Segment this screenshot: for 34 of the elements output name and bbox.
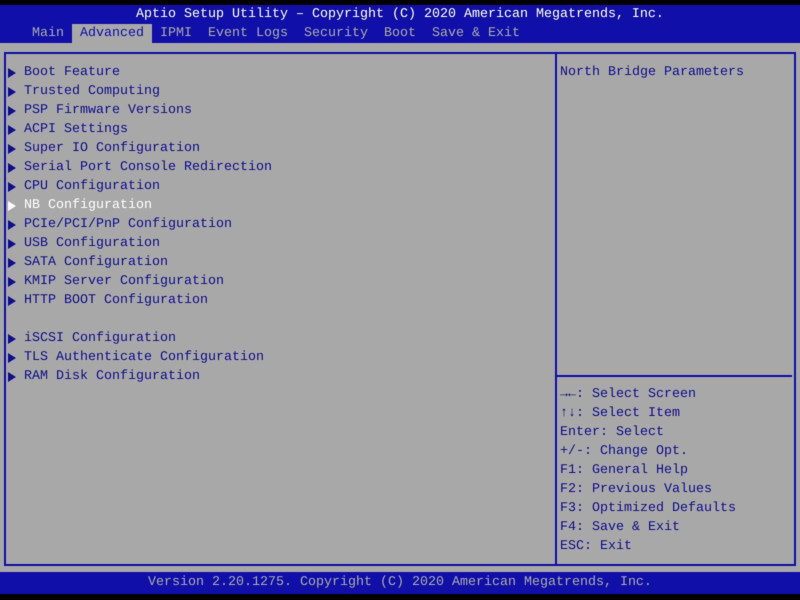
key-help-line: F2: Previous Values [560, 481, 713, 499]
menu-item[interactable]: PSP Firmware Versions [6, 101, 555, 120]
key-help-line: ↑↓: Select Item [560, 405, 681, 423]
tab[interactable]: Security [296, 24, 376, 43]
menu-item[interactable]: Serial Port Console Redirection [6, 158, 555, 177]
menu-item[interactable]: SATA Configuration [6, 253, 555, 272]
key-help-line: F3: Optimized Defaults [560, 500, 737, 518]
version-text: Version 2.20.1275. Copyright (C) 2020 American Megatrends, Inc. [148, 575, 652, 590]
tab[interactable]: IPMI [152, 24, 200, 43]
menu-item[interactable]: USB Configuration [6, 234, 555, 253]
menu-item[interactable]: Boot Feature [6, 63, 555, 82]
tab[interactable]: Event Logs [200, 24, 296, 43]
help-text: North Bridge Parameters [560, 65, 744, 80]
tab[interactable]: Boot [376, 24, 424, 43]
menu-item[interactable]: Super IO Configuration [6, 139, 555, 158]
tab[interactable]: Main [24, 24, 72, 43]
key-help-line: F4: Save & Exit [560, 519, 681, 537]
tab[interactable]: Save & Exit [424, 24, 528, 43]
key-help-line: ESC: Exit [560, 538, 633, 556]
key-help-line: +/-: Change Opt. [560, 443, 689, 461]
window-title: Aptio Setup Utility – Copyright (C) 2020 American Megatrends, Inc. [135, 6, 665, 24]
menu-item[interactable]: ACPI Settings [6, 120, 555, 139]
menu-item[interactable]: Trusted Computing [6, 82, 555, 101]
tab[interactable]: Advanced [72, 24, 152, 43]
menu-item[interactable]: RAM Disk Configuration [6, 367, 555, 386]
menu-item[interactable]: TLS Authenticate Configuration [6, 348, 555, 367]
menu-item[interactable]: iSCSI Configuration [6, 329, 555, 348]
menu-item[interactable]: HTTP BOOT Configuration [6, 291, 555, 310]
menu-item[interactable]: PCIe/PCI/PnP Configuration [6, 215, 555, 234]
key-help-line: F1: General Help [560, 462, 689, 480]
key-help-line: →←: Select Screen [560, 386, 697, 404]
menu-item[interactable]: CPU Configuration [6, 177, 555, 196]
menu-item[interactable]: KMIP Server Configuration [6, 272, 555, 291]
key-help-line: Enter: Select [560, 424, 665, 442]
